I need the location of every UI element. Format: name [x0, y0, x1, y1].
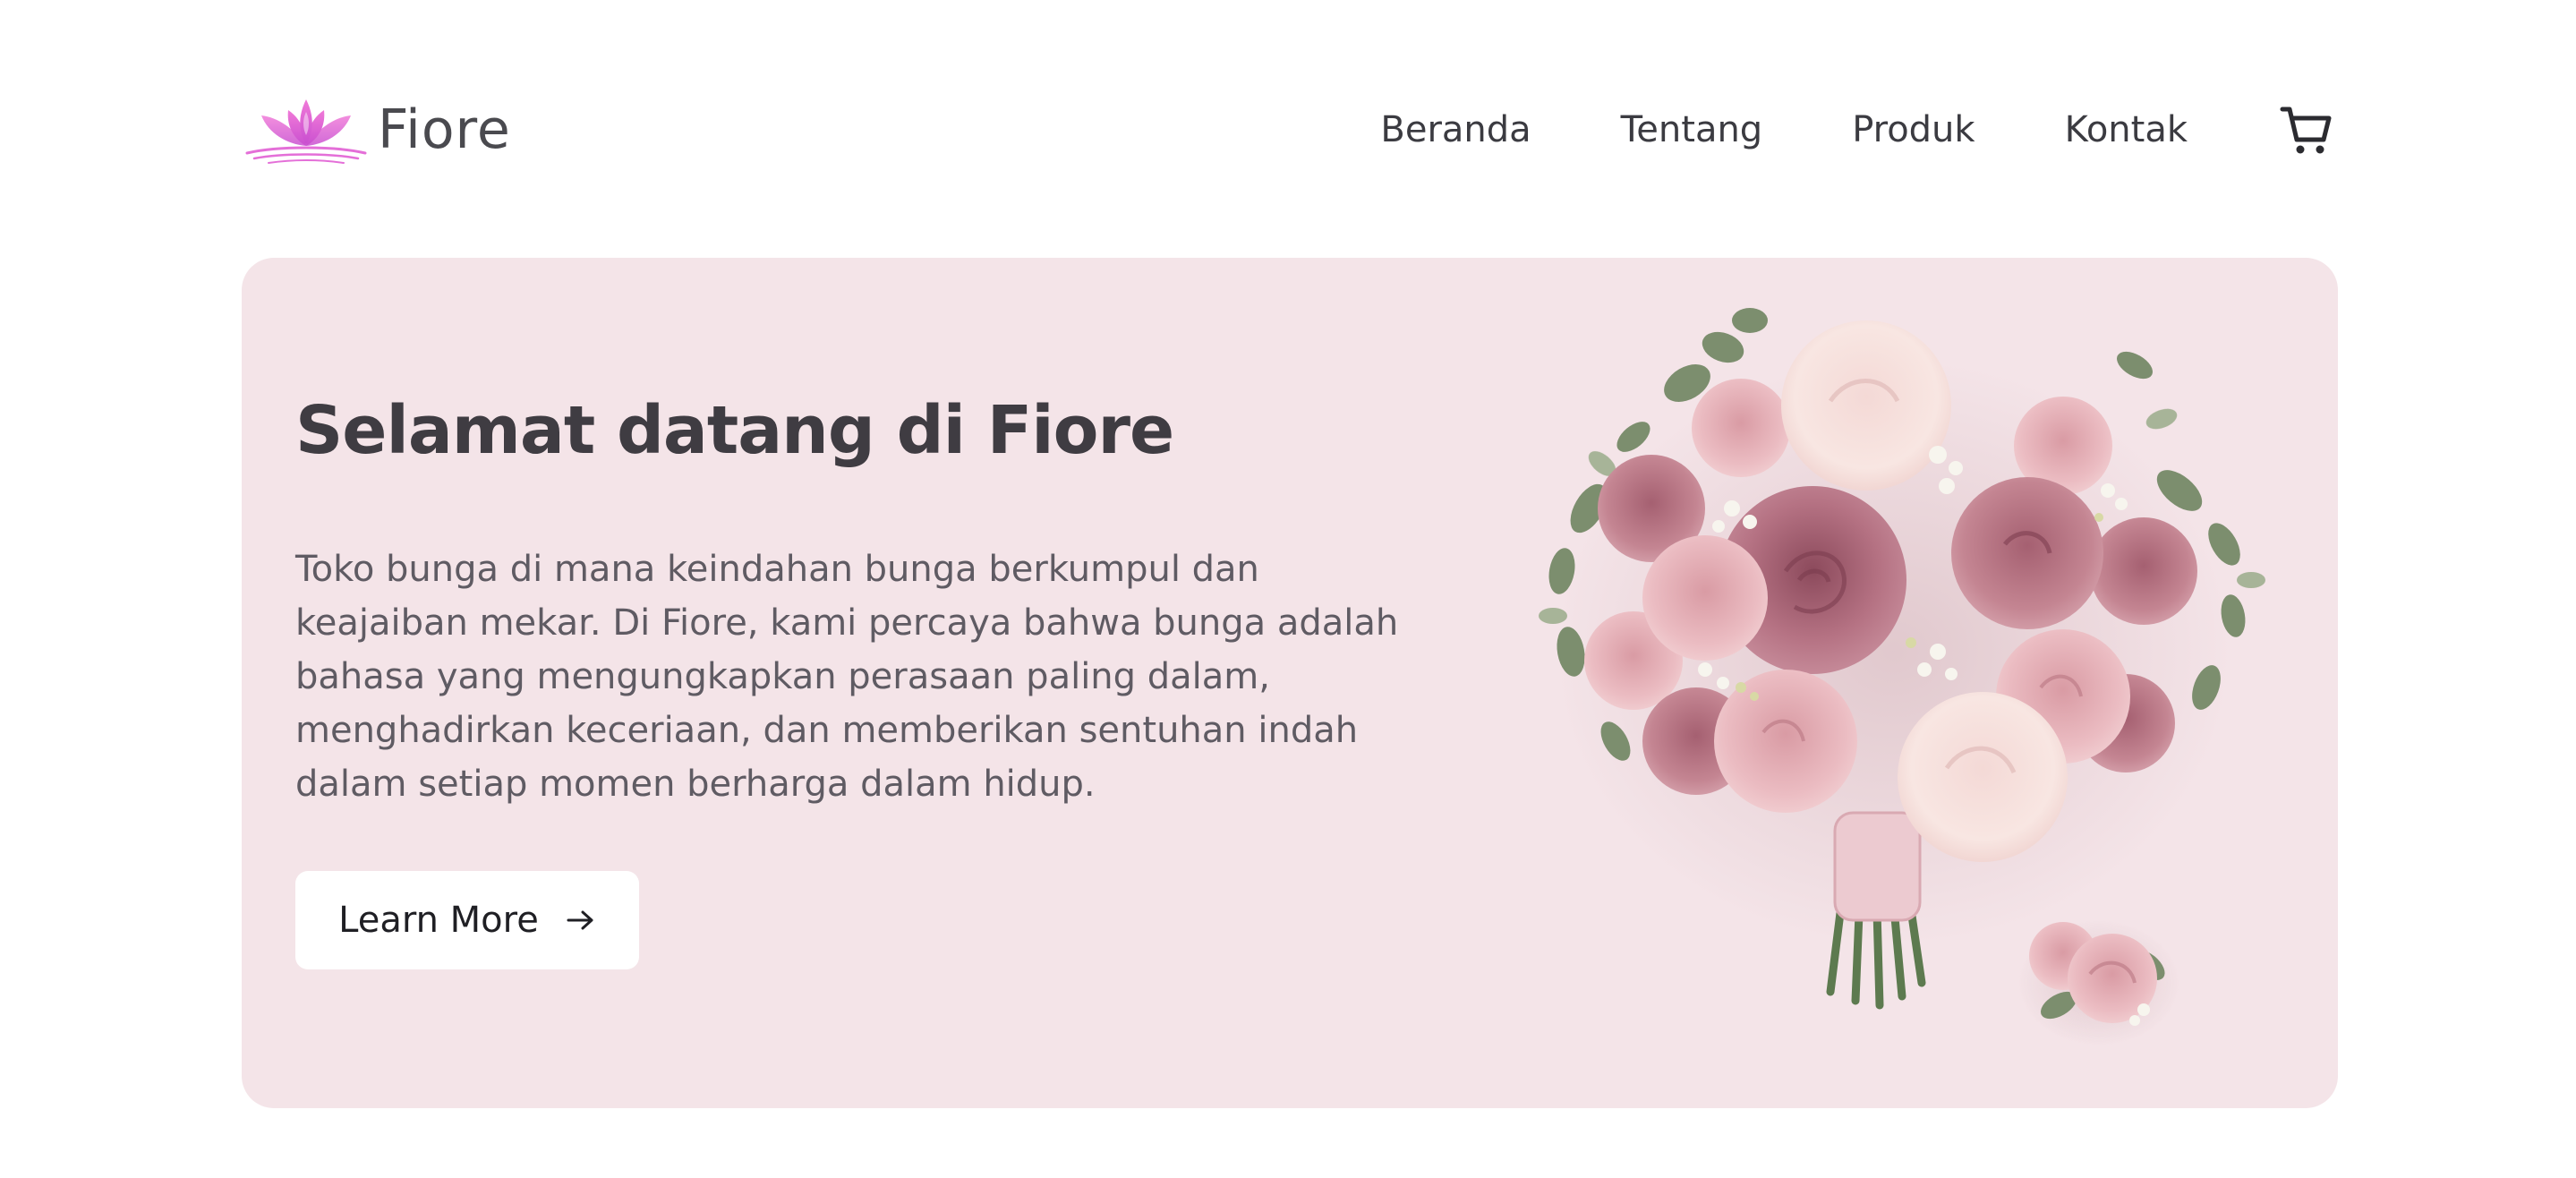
- page: Fiore Beranda Tentang Produk Kontak Sela…: [0, 0, 2576, 1178]
- hero-description: Toko bunga di mana keindahan bunga berku…: [295, 549, 1399, 805]
- hero-title: Selamat datang di Fiore: [295, 392, 1174, 469]
- nav-links: Beranda Tentang Produk Kontak: [1380, 100, 2336, 159]
- nav-link-kontak[interactable]: Kontak: [2065, 109, 2188, 150]
- shopping-cart-icon: [2280, 107, 2332, 154]
- lotus-icon: [245, 99, 367, 164]
- nav-link-tentang[interactable]: Tentang: [1621, 109, 1763, 150]
- arrow-right-icon: [567, 910, 593, 930]
- learn-more-label: Learn More: [338, 900, 539, 941]
- brand-logo-link[interactable]: Fiore: [242, 94, 511, 166]
- hero-section: Selamat datang di Fiore Toko bunga di ma…: [242, 258, 2338, 1108]
- brand-name: Fiore: [378, 98, 511, 161]
- learn-more-button[interactable]: Learn More: [295, 871, 639, 969]
- nav-link-beranda[interactable]: Beranda: [1380, 109, 1531, 150]
- nav-link-produk[interactable]: Produk: [1852, 109, 1975, 150]
- cart-button[interactable]: [2277, 100, 2336, 159]
- navbar: Fiore Beranda Tentang Produk Kontak: [242, 85, 2336, 175]
- bouquet-image: [1539, 308, 2265, 1046]
